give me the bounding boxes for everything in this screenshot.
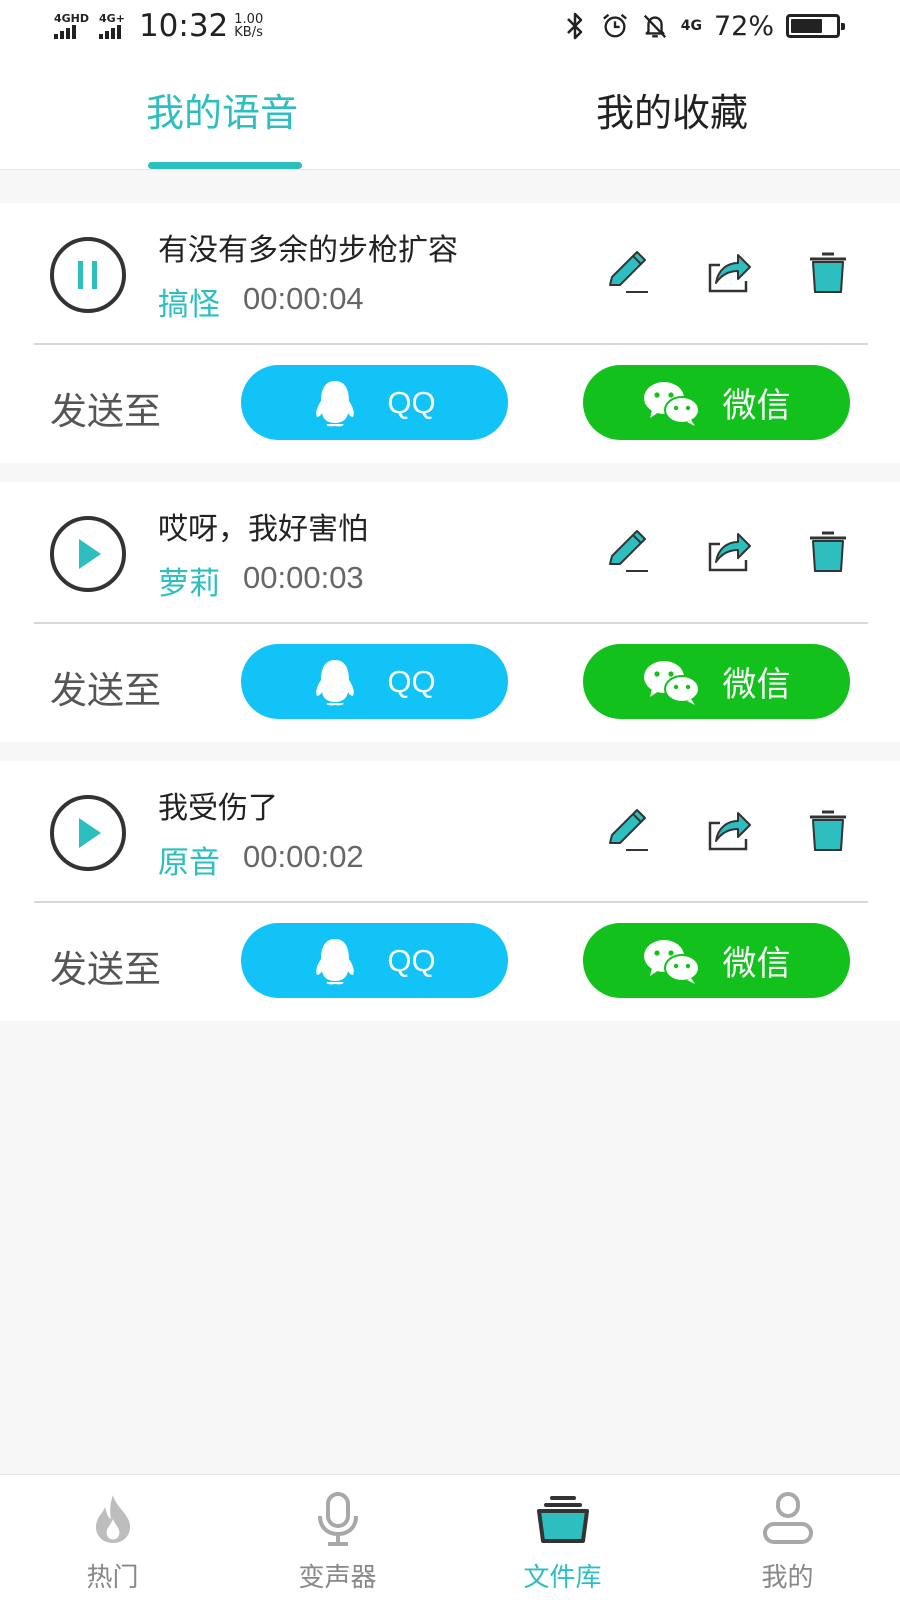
nav-library-label: 文件库	[523, 1563, 602, 1593]
nav-library[interactable]: 文件库	[450, 1475, 675, 1600]
nav-voice-changer[interactable]: 变声器	[225, 1475, 450, 1600]
network-speed-unit: KB/s	[234, 25, 263, 40]
share-button[interactable]	[704, 247, 754, 297]
play-icon	[79, 539, 101, 569]
nav-me-label: 我的	[761, 1563, 814, 1593]
share-icon	[708, 812, 751, 851]
qq-penguin-icon	[316, 659, 355, 705]
recording-title: 哎呀，我好害怕	[158, 512, 368, 547]
delete-button[interactable]	[803, 526, 853, 576]
wechat-label: 微信	[722, 944, 791, 984]
edit-button[interactable]	[604, 526, 654, 576]
play-icon	[79, 818, 101, 848]
trash-icon	[810, 810, 846, 851]
divider	[34, 901, 868, 903]
status-right: 4G 72%	[561, 6, 845, 46]
recording-title: 我受伤了	[158, 791, 278, 826]
wechat-icon	[643, 660, 700, 705]
clock: 10:32	[138, 8, 229, 44]
send-to-label: 发送至	[50, 390, 161, 433]
send-wechat-button[interactable]: 微信	[583, 365, 850, 440]
share-button[interactable]	[704, 526, 754, 576]
user-icon	[760, 1491, 816, 1547]
edit-button[interactable]	[604, 805, 654, 855]
active-tab-indicator	[148, 162, 302, 169]
qq-label: QQ	[387, 384, 436, 420]
qq-label: QQ	[387, 942, 436, 978]
voice-effect: 原音	[158, 845, 220, 881]
send-to-label: 发送至	[50, 948, 161, 991]
mobile-data-label: 4G	[680, 18, 702, 34]
divider	[34, 622, 868, 624]
recording-duration: 00:00:02	[243, 839, 364, 874]
alarm-icon	[601, 12, 629, 40]
battery-fill	[791, 19, 822, 33]
send-qq-button[interactable]: QQ	[241, 644, 508, 719]
share-icon	[708, 533, 751, 572]
voice-effect: 萝莉	[158, 566, 220, 602]
recording-card: 哎呀，我好害怕 萝莉 00:00:03 发送至 QQ 微信	[0, 482, 900, 742]
qq-penguin-icon	[316, 380, 355, 426]
network-type-2: 4G+	[99, 12, 125, 25]
play-button[interactable]	[50, 516, 126, 592]
send-wechat-button[interactable]: 微信	[583, 644, 850, 719]
wechat-label: 微信	[722, 665, 791, 705]
pencil-icon	[609, 530, 648, 572]
share-icon	[708, 254, 751, 293]
recording-duration: 00:00:03	[243, 560, 364, 595]
send-qq-button[interactable]: QQ	[241, 923, 508, 998]
pencil-icon	[609, 809, 648, 851]
status-bar: 4GHD 4G+ 10:32 1.00 KB/s 4G 72%	[0, 0, 900, 52]
delete-button[interactable]	[803, 805, 853, 855]
tab-my-voices[interactable]: 我的语音	[146, 82, 298, 137]
library-icon	[535, 1491, 591, 1547]
status-left: 4GHD 4G+ 10:32 1.00 KB/s	[54, 6, 263, 46]
signal-bars-icon	[99, 25, 125, 39]
nav-me[interactable]: 我的	[675, 1475, 900, 1600]
tab-bar: 我的语音 我的收藏	[0, 52, 900, 170]
divider	[34, 343, 868, 345]
recording-title: 有没有多余的步枪扩容	[158, 233, 458, 268]
trash-icon	[810, 252, 846, 293]
recording-duration: 00:00:04	[243, 281, 364, 316]
microphone-icon	[310, 1491, 366, 1547]
flame-icon	[85, 1491, 141, 1547]
nav-hot-label: 热门	[86, 1563, 139, 1593]
pause-icon	[78, 261, 97, 289]
wechat-label: 微信	[722, 386, 791, 426]
edit-button[interactable]	[604, 247, 654, 297]
battery-cap	[841, 23, 845, 30]
network-speed: 1.00 KB/s	[234, 13, 263, 39]
mute-bell-icon	[641, 12, 669, 40]
signal-bars-icon	[54, 25, 89, 39]
battery-percent: 72%	[713, 10, 774, 42]
voice-effect: 搞怪	[158, 287, 220, 323]
bluetooth-icon	[561, 12, 589, 40]
qq-label: QQ	[387, 663, 436, 699]
pencil-icon	[609, 251, 648, 293]
send-qq-button[interactable]: QQ	[241, 365, 508, 440]
nav-hot[interactable]: 热门	[0, 1475, 225, 1600]
bottom-navigation: 热门 变声器 文件库 我的	[0, 1474, 900, 1600]
play-button[interactable]	[50, 795, 126, 871]
network-type-1: 4GHD	[54, 12, 90, 25]
delete-button[interactable]	[803, 247, 853, 297]
pause-button[interactable]	[50, 237, 126, 313]
send-to-label: 发送至	[50, 669, 161, 712]
share-button[interactable]	[704, 805, 754, 855]
qq-penguin-icon	[316, 938, 355, 984]
wechat-icon	[643, 381, 700, 426]
nav-voice-changer-label: 变声器	[298, 1563, 377, 1593]
send-wechat-button[interactable]: 微信	[583, 923, 850, 998]
wechat-icon	[643, 939, 700, 984]
signal-indicator-2: 4G+	[99, 13, 125, 39]
tab-my-favorites[interactable]: 我的收藏	[596, 82, 748, 137]
recording-card: 我受伤了 原音 00:00:02 发送至 QQ 微信	[0, 761, 900, 1021]
battery-icon	[786, 14, 845, 38]
recording-card: 有没有多余的步枪扩容 搞怪 00:00:04 发送至 QQ 微信	[0, 203, 900, 463]
trash-icon	[810, 531, 846, 572]
signal-indicator-1: 4GHD	[54, 13, 89, 39]
